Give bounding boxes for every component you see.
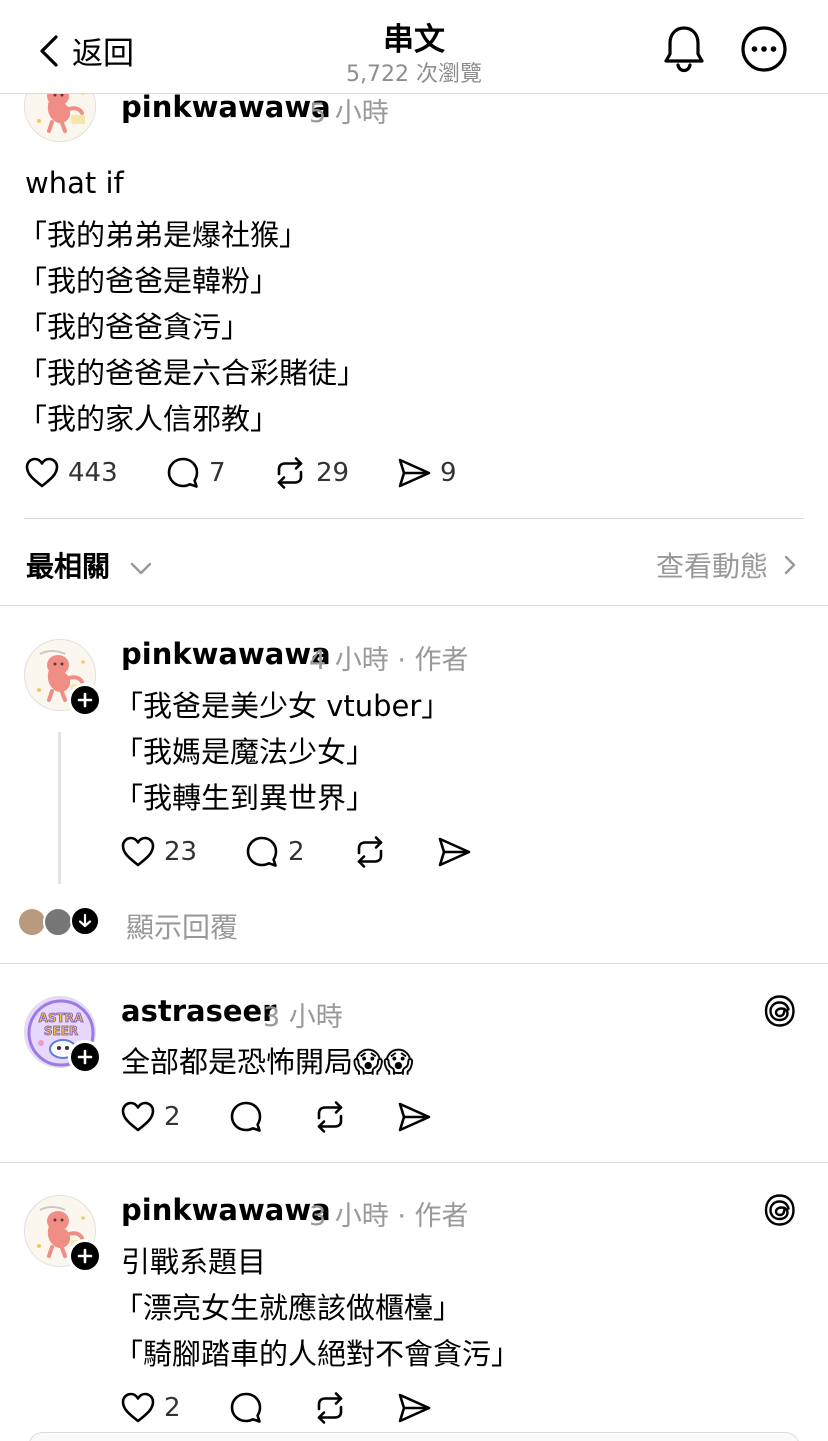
like-button[interactable]: 2 — [120, 1099, 181, 1135]
post-text-line: what if — [25, 166, 124, 200]
replier-avatar — [43, 907, 73, 937]
chevron-right-icon — [784, 555, 796, 575]
plus-icon — [75, 1047, 95, 1067]
divider — [0, 1162, 828, 1163]
arrow-down-icon — [78, 913, 92, 928]
more-icon[interactable] — [740, 25, 788, 73]
share-button[interactable] — [396, 1099, 432, 1135]
repost-button[interactable] — [312, 1099, 348, 1135]
follow-button[interactable] — [68, 1040, 102, 1074]
heart-icon — [120, 1099, 156, 1135]
threads-icon[interactable] — [762, 1192, 798, 1228]
reply-text-line: 「我轉生到異世界」 — [114, 781, 376, 815]
post-username[interactable]: pinkwawawa — [121, 90, 331, 124]
send-icon — [396, 455, 432, 491]
comment-button[interactable]: 2 — [244, 834, 305, 870]
repost-icon — [312, 1099, 348, 1135]
plus-icon — [75, 1246, 95, 1266]
show-replies-link[interactable]: 顯示回覆 — [126, 906, 238, 946]
reply-meta: 3 小時 · 作者 — [309, 1201, 469, 1232]
reply-text-line: 「我爸是美少女 vtuber」 — [114, 689, 451, 723]
repost-button[interactable] — [352, 834, 388, 870]
share-button[interactable] — [436, 834, 472, 870]
follow-button[interactable] — [68, 683, 102, 717]
send-icon — [396, 1390, 432, 1426]
like-button[interactable]: 2 — [120, 1390, 181, 1426]
comment-button[interactable] — [228, 1099, 264, 1135]
reply-text-line: 全部都是恐怖開局😱😱 — [121, 1045, 414, 1079]
threads-icon[interactable] — [762, 993, 798, 1029]
comment-button[interactable]: 7 — [165, 455, 226, 491]
post-time: 5 小時 — [309, 98, 389, 129]
like-button[interactable]: 443 — [24, 455, 118, 491]
like-count: 443 — [68, 458, 118, 488]
like-count: 2 — [164, 1393, 181, 1423]
sort-dropdown[interactable]: 最相關 — [26, 545, 154, 585]
plus-icon — [75, 690, 95, 710]
reply-text-line: 「漂亮女生就應該做櫃檯」 — [114, 1291, 463, 1325]
repost-button[interactable] — [312, 1390, 348, 1426]
share-button[interactable] — [396, 1390, 432, 1426]
reply-composer-bar[interactable] — [28, 1432, 800, 1441]
reply-username[interactable]: pinkwawawa — [121, 637, 331, 671]
share-button[interactable]: 9 — [396, 455, 457, 491]
view-activity-link[interactable]: 查看動態 — [656, 545, 798, 585]
comment-count: 2 — [288, 837, 305, 867]
heart-icon — [120, 1390, 156, 1426]
comment-icon — [228, 1099, 264, 1135]
top-nav-bar: 返回 串文 5,722 次瀏覽 — [0, 0, 828, 94]
repost-icon — [272, 455, 308, 491]
post-text-line: 「我的弟弟是爆社猴」 — [18, 218, 309, 252]
divider — [0, 963, 828, 964]
reply-text-line: 引戰系題目 — [121, 1245, 267, 1279]
repost-count: 29 — [316, 458, 350, 488]
follow-button[interactable] — [68, 1239, 102, 1273]
heart-icon — [120, 834, 156, 870]
send-icon — [396, 1099, 432, 1135]
divider — [24, 518, 804, 519]
post-text-line: 「我的爸爸是韓粉」 — [18, 264, 280, 298]
bell-icon[interactable] — [660, 24, 708, 74]
heart-icon — [24, 455, 60, 491]
post-text-line: 「我的家人信邪教」 — [18, 402, 280, 436]
send-icon — [436, 834, 472, 870]
comment-icon — [244, 834, 280, 870]
reply-text-line: 「我媽是魔法少女」 — [114, 735, 376, 769]
reply-username[interactable]: pinkwawawa — [121, 1193, 331, 1227]
thread-connector — [58, 732, 61, 884]
repost-button[interactable]: 29 — [272, 455, 349, 491]
chevron-down-icon — [130, 562, 151, 575]
comment-icon — [228, 1390, 264, 1426]
repost-icon — [352, 834, 388, 870]
repost-icon — [312, 1390, 348, 1426]
like-count: 23 — [164, 837, 198, 867]
activity-label: 查看動態 — [655, 550, 768, 583]
reply-meta: 3 小時 — [263, 1002, 343, 1033]
comment-count: 7 — [209, 458, 226, 488]
share-count: 9 — [440, 458, 457, 488]
divider — [0, 605, 828, 606]
expand-replies-button[interactable] — [70, 906, 100, 936]
comment-icon — [165, 455, 201, 491]
like-button[interactable]: 23 — [120, 834, 197, 870]
post-text-line: 「我的爸爸貪污」 — [18, 310, 251, 344]
reply-text-line: 「騎腳踏車的人絕對不會貪污」 — [114, 1337, 521, 1371]
sort-label: 最相關 — [26, 550, 111, 583]
reply-meta: 4 小時 · 作者 — [309, 645, 469, 676]
post-text-line: 「我的爸爸是六合彩賭徒」 — [18, 356, 367, 390]
comment-button[interactable] — [228, 1390, 264, 1426]
reply-username[interactable]: astraseer — [121, 994, 276, 1028]
like-count: 2 — [164, 1102, 181, 1132]
